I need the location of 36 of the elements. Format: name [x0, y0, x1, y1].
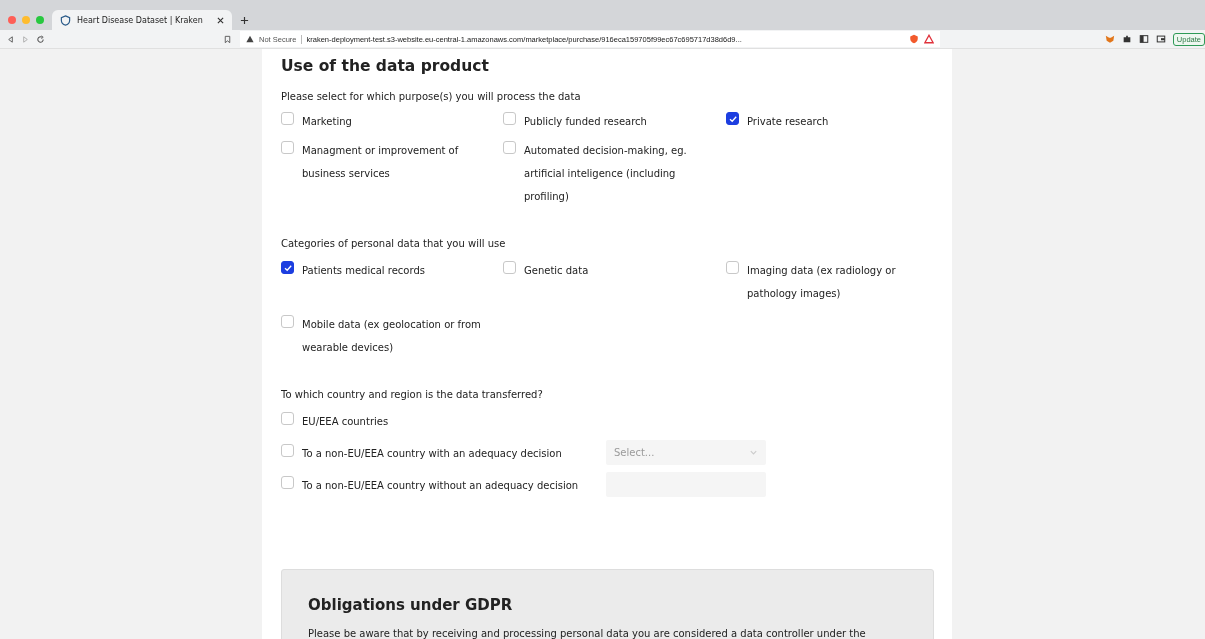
bookmark-icon[interactable]	[223, 34, 232, 44]
checkbox-label[interactable]: Private research	[747, 110, 937, 133]
minimize-window-button[interactable]	[22, 16, 30, 24]
close-tab-icon[interactable]	[217, 16, 224, 24]
forward-icon[interactable]	[21, 34, 30, 44]
checkbox-label[interactable]: To a non-EU/EEA country with an adequacy decision	[302, 442, 598, 465]
chevron-down-icon	[749, 448, 758, 457]
section-heading: Use of the data product	[281, 57, 490, 75]
new-tab-icon[interactable]	[240, 15, 249, 25]
gdpr-paragraph: Please be aware that by receiving and processing personal data you are considered a data controller under the	[308, 628, 867, 639]
checkbox-label[interactable]: Imaging data (ex radiology or pathology images)	[747, 259, 937, 305]
checkbox-label[interactable]: Genetic data	[524, 259, 714, 282]
triangle-icon[interactable]	[924, 34, 934, 44]
back-icon[interactable]	[6, 34, 15, 44]
gdpr-heading: Obligations under GDPR	[308, 596, 514, 614]
checkbox-label[interactable]: Mobile data (ex geolocation or from wearable devices)	[302, 313, 492, 359]
question-label: Please select for which purpose(s) you will process the data	[281, 91, 582, 102]
checkbox-label[interactable]: Marketing	[302, 110, 492, 133]
shield-icon	[60, 14, 71, 26]
checkbox-label[interactable]: Patients medical records	[302, 259, 492, 282]
question-label: Categories of personal data that you will use	[281, 238, 507, 249]
checkbox[interactable]	[281, 261, 294, 274]
browser-tab[interactable]: Heart Disease Dataset | Kraken	[52, 10, 232, 30]
reload-icon[interactable]	[36, 34, 45, 44]
checkbox-label[interactable]: To a non-EU/EEA country without an adequacy decision	[302, 474, 598, 497]
checkbox-label[interactable]: Publicly funded research	[524, 110, 714, 133]
zoom-window-button[interactable]	[36, 16, 44, 24]
warning-icon	[246, 35, 254, 43]
wallet-icon[interactable]	[1155, 34, 1166, 44]
checkbox[interactable]	[726, 112, 739, 125]
close-window-button[interactable]	[8, 16, 16, 24]
checkbox-label[interactable]: Managment or improvement of business services	[302, 139, 492, 185]
checkbox-label[interactable]: Automated decision-making, eg. artificial inteligence (including profiling)	[524, 139, 714, 208]
sidebar-icon[interactable]	[1138, 34, 1149, 44]
question-label: To which country and region is the data transferred?	[281, 389, 544, 400]
checkbox-label[interactable]: EU/EEA countries	[302, 410, 598, 433]
